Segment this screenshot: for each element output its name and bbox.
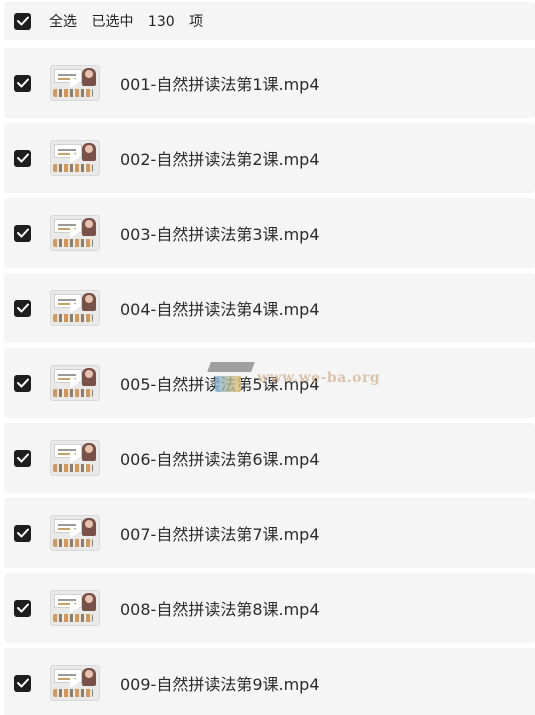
file-row[interactable]: 004-自然拼读法第4课.mp4: [4, 273, 535, 343]
video-thumbnail[interactable]: [50, 515, 100, 551]
file-name[interactable]: 008-自然拼读法第8课.mp4: [120, 596, 320, 620]
file-checkbox[interactable]: [14, 449, 31, 467]
file-checkbox[interactable]: [14, 224, 31, 242]
video-thumbnail[interactable]: [50, 665, 100, 701]
file-name[interactable]: 001-自然拼读法第1课.mp4: [120, 71, 320, 95]
file-name[interactable]: 007-自然拼读法第7课.mp4: [120, 521, 320, 545]
checkmark-icon: [16, 678, 29, 688]
thumbnail-letters: [53, 239, 93, 247]
selected-count: 130: [147, 14, 175, 30]
thumbnail-letters: [53, 689, 93, 697]
thumbnail-letters: [53, 89, 93, 97]
video-thumbnail[interactable]: [50, 365, 100, 401]
selected-prefix: 已选中: [91, 14, 134, 30]
video-thumbnail[interactable]: [50, 290, 100, 326]
thumbnail-teacher: [82, 218, 96, 236]
play-icon: [70, 151, 80, 163]
file-list: 001-自然拼读法第1课.mp4 002-自然拼读法第2课.mp4 003-自然拼读…: [4, 48, 535, 715]
checkmark-icon: [16, 16, 29, 26]
thumbnail-teacher: [82, 668, 96, 686]
file-checkbox[interactable]: [14, 599, 31, 617]
checkmark-icon: [16, 78, 29, 88]
file-name[interactable]: 006-自然拼读法第6课.mp4: [120, 446, 320, 470]
file-selection-panel: 全选 已选中 130 项 001-自然拼读法第1课.mp4 002-自然拼读法第2…: [0, 0, 535, 715]
thumbnail-letters: [53, 164, 93, 172]
checkmark-icon: [16, 228, 29, 238]
play-icon: [70, 451, 80, 463]
checkmark-icon: [16, 528, 29, 538]
file-name[interactable]: 003-自然拼读法第3课.mp4: [120, 221, 320, 245]
checkmark-icon: [16, 303, 29, 313]
file-row[interactable]: 007-自然拼读法第7课.mp4: [4, 498, 535, 568]
video-thumbnail[interactable]: [50, 590, 100, 626]
play-icon: [70, 676, 80, 688]
thumbnail-letters: [53, 614, 93, 622]
play-icon: [70, 376, 80, 388]
checkmark-icon: [16, 603, 29, 613]
video-thumbnail[interactable]: [50, 440, 100, 476]
file-name[interactable]: 005-自然拼读法第5课.mp4: [120, 371, 320, 395]
file-checkbox[interactable]: [14, 524, 31, 542]
play-icon: [70, 226, 80, 238]
play-icon: [70, 301, 80, 313]
file-row[interactable]: 005-自然拼读法第5课.mp4: [4, 348, 535, 418]
play-icon: [70, 76, 80, 88]
file-checkbox[interactable]: [14, 674, 31, 692]
thumbnail-teacher: [82, 143, 96, 161]
select-all-bar[interactable]: 全选 已选中 130 项: [4, 2, 535, 40]
thumbnail-letters: [53, 389, 93, 397]
file-checkbox[interactable]: [14, 149, 31, 167]
file-name[interactable]: 002-自然拼读法第2课.mp4: [120, 146, 320, 170]
play-icon: [70, 601, 80, 613]
thumbnail-teacher: [82, 593, 96, 611]
play-icon: [70, 526, 80, 538]
thumbnail-teacher: [82, 68, 96, 86]
selection-summary: 全选 已选中 130 项: [49, 11, 213, 31]
selected-suffix: 项: [189, 14, 204, 30]
thumbnail-letters: [53, 539, 93, 547]
thumbnail-letters: [53, 314, 93, 322]
file-row[interactable]: 002-自然拼读法第2课.mp4: [4, 123, 535, 193]
video-thumbnail[interactable]: [50, 140, 100, 176]
thumbnail-teacher: [82, 443, 96, 461]
file-row[interactable]: 006-自然拼读法第6课.mp4: [4, 423, 535, 493]
file-checkbox[interactable]: [14, 299, 31, 317]
file-name[interactable]: 004-自然拼读法第4课.mp4: [120, 296, 320, 320]
thumbnail-teacher: [82, 518, 96, 536]
thumbnail-teacher: [82, 368, 96, 386]
file-checkbox[interactable]: [14, 74, 31, 92]
select-all-checkbox[interactable]: [14, 12, 31, 30]
checkmark-icon: [16, 378, 29, 388]
thumbnail-letters: [53, 464, 93, 472]
file-checkbox[interactable]: [14, 374, 31, 392]
file-row[interactable]: 001-自然拼读法第1课.mp4: [4, 48, 535, 118]
checkmark-icon: [16, 153, 29, 163]
select-all-label[interactable]: 全选: [49, 14, 77, 30]
video-thumbnail[interactable]: [50, 215, 100, 251]
thumbnail-teacher: [82, 293, 96, 311]
video-thumbnail[interactable]: [50, 65, 100, 101]
file-name[interactable]: 009-自然拼读法第9课.mp4: [120, 671, 320, 695]
file-row[interactable]: 003-自然拼读法第3课.mp4: [4, 198, 535, 268]
file-row[interactable]: 009-自然拼读法第9课.mp4: [4, 648, 535, 715]
checkmark-icon: [16, 453, 29, 463]
file-row[interactable]: 008-自然拼读法第8课.mp4: [4, 573, 535, 643]
